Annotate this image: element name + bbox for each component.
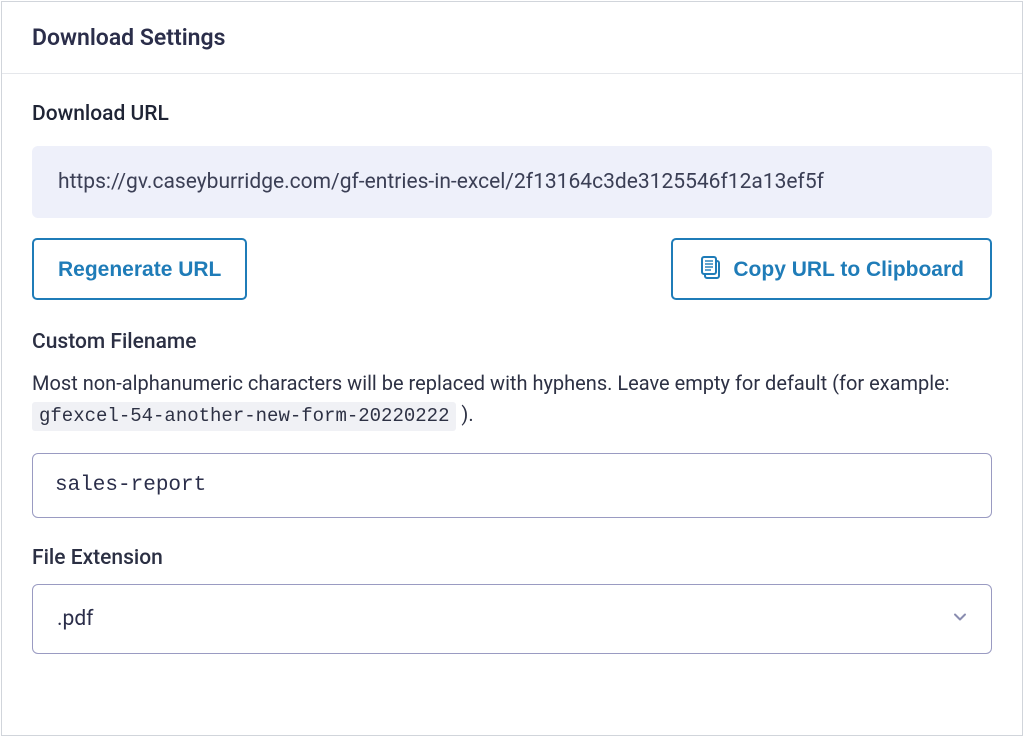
download-url-display: https://gv.caseyburridge.com/gf-entries-… — [32, 146, 992, 218]
regenerate-url-button[interactable]: Regenerate URL — [32, 238, 247, 300]
url-actions-row: Regenerate URL Copy URL to Clipboard — [32, 238, 992, 300]
file-extension-label: File Extension — [32, 546, 992, 570]
file-extension-select-wrap: .pdf — [32, 584, 992, 654]
panel-title: Download Settings — [32, 24, 992, 51]
custom-filename-input[interactable] — [32, 453, 992, 518]
file-extension-select[interactable]: .pdf — [32, 584, 992, 654]
download-settings-panel: Download Settings Download URL https://g… — [1, 1, 1023, 736]
custom-filename-help: Most non-alphanumeric characters will be… — [32, 368, 992, 431]
help-prefix: Most non-alphanumeric characters will be… — [32, 371, 950, 395]
help-suffix: ). — [456, 402, 473, 426]
download-url-label: Download URL — [32, 102, 992, 126]
help-example-code: gfexcel-54-another-new-form-20220222 — [32, 402, 456, 431]
panel-header: Download Settings — [2, 2, 1022, 74]
panel-body: Download URL https://gv.caseyburridge.co… — [2, 74, 1022, 682]
copy-url-label: Copy URL to Clipboard — [733, 259, 964, 280]
copy-url-button[interactable]: Copy URL to Clipboard — [671, 238, 992, 300]
custom-filename-label: Custom Filename — [32, 330, 992, 354]
clipboard-icon — [699, 255, 723, 283]
